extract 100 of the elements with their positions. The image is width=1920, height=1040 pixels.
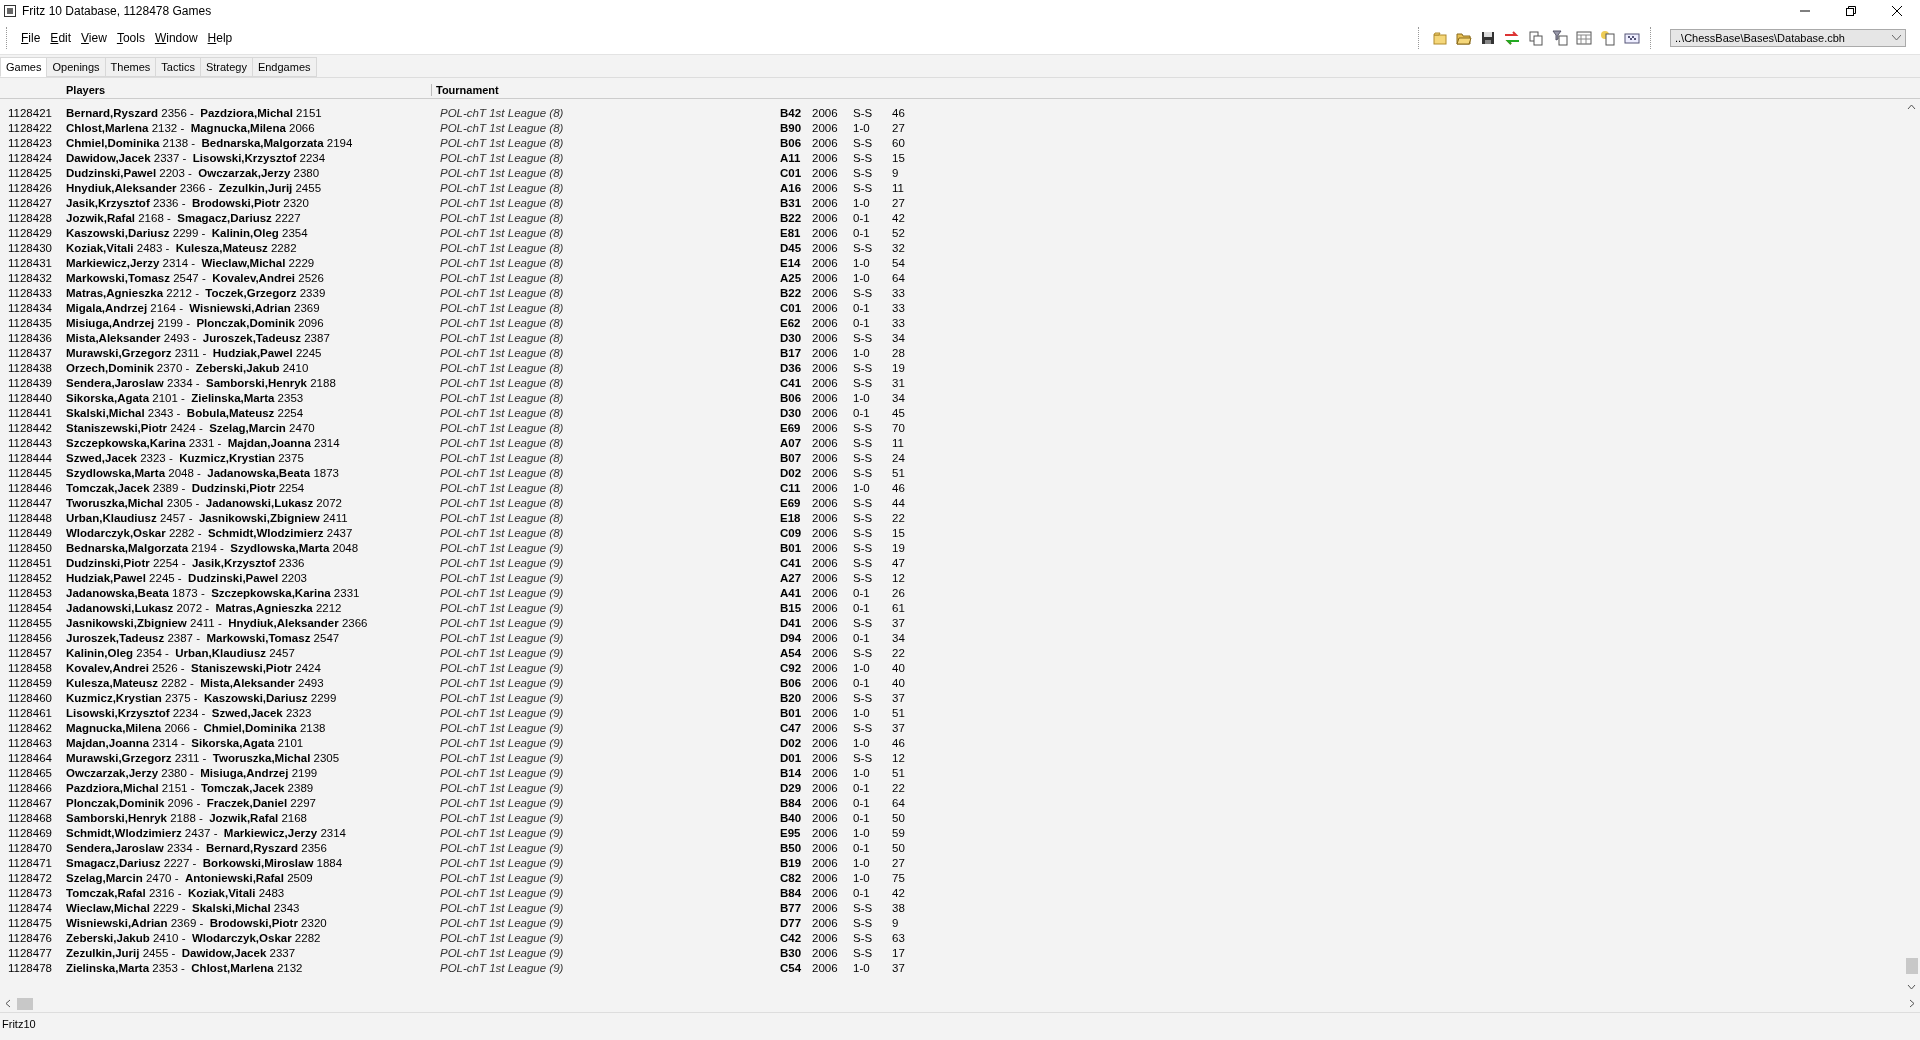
menu-item[interactable]: Help: [202, 29, 238, 47]
window-title: Fritz 10 Database, 1128478 Games: [22, 4, 213, 18]
game-number: 1128469: [7, 826, 53, 839]
players-cell-text: Markiewicz,Jerzy 2314 - Wieclaw,Michal 2229: [66, 256, 316, 269]
year-cell-text: 2006: [812, 871, 839, 884]
scrollbar-thumb[interactable]: [1905, 958, 1918, 974]
tournament-cell-text: POL-chT 1st League (8): [440, 466, 565, 479]
scrollbar-thumb[interactable]: [17, 997, 33, 1010]
result-cell-text: S-S: [853, 526, 874, 539]
year-cell-text: 2006: [812, 451, 839, 464]
new-folder-icon[interactable]: [1432, 30, 1448, 46]
game-number: 1128429: [7, 226, 53, 239]
copy-icon[interactable]: [1528, 30, 1544, 46]
players-cell-text: Markowski,Tomasz 2547 - Kovalev,Andrei 2526: [66, 271, 325, 284]
tournament-cell-text: POL-chT 1st League (9): [440, 826, 565, 839]
document-icon[interactable]: [1600, 30, 1616, 46]
game-number: 1128442: [7, 421, 53, 434]
menu-item[interactable]: View: [76, 29, 112, 47]
tournament-cell-text: POL-chT 1st League (9): [440, 661, 565, 674]
eco-cell-text: B90: [780, 121, 803, 134]
year-cell-text: 2006: [812, 916, 839, 929]
swap-arrows-icon[interactable]: [1504, 30, 1520, 46]
eco-cell-text: B01: [780, 706, 803, 719]
tournament-cell-text: POL-chT 1st League (9): [440, 556, 565, 569]
moves-cell: 34: [892, 331, 905, 344]
game-number: 1128439: [7, 376, 53, 389]
moves-cell: 11: [892, 436, 904, 449]
players-cell-text: Murawski,Grzegorz 2311 - Tworuszka,Michal 2305: [66, 751, 341, 764]
result-cell-text: S-S: [853, 556, 874, 569]
tab[interactable]: Tactics: [155, 57, 201, 77]
menu-item[interactable]: Window: [149, 29, 203, 47]
eco-cell-text: C09: [780, 526, 803, 539]
moves-cell: 31: [892, 376, 905, 389]
eco-cell-text: A16: [780, 181, 803, 194]
moves-cell: 45: [892, 406, 905, 419]
result-cell-text: S-S: [853, 691, 874, 704]
year-cell-text: 2006: [812, 121, 839, 134]
game-number: 1128474: [7, 901, 53, 914]
year-cell-text: 2006: [812, 586, 839, 599]
result-cell-text: 0-1: [853, 406, 871, 419]
tournament-cell-text: POL-chT 1st League (8): [440, 496, 565, 509]
column-header[interactable]: Players: [0, 84, 431, 96]
eco-cell-text: B30: [780, 946, 803, 959]
result-cell-text: S-S: [853, 166, 874, 179]
result-cell-text: 0-1: [853, 886, 871, 899]
tab[interactable]: Strategy: [199, 57, 253, 77]
players-cell-text: Wieclaw,Michal 2229 - Skalski,Michal 2343: [66, 901, 301, 914]
tournament-cell-text: POL-chT 1st League (8): [440, 406, 565, 419]
tournament-cell-text: POL-chT 1st League (9): [440, 601, 565, 614]
filter-icon[interactable]: [1552, 30, 1568, 46]
menu-item[interactable]: Edit: [45, 29, 77, 47]
players-cell-text: Tomczak,Rafal 2316 - Koziak,Vitali 2483: [66, 886, 286, 899]
tab[interactable]: Openings: [46, 57, 106, 77]
result-cell-text: S-S: [853, 181, 874, 194]
moves-cell: 24: [892, 451, 905, 464]
game-number: 1128473: [7, 886, 53, 899]
players-cell-text: Sikorska,Agata 2101 - Zielinska,Marta 2353: [66, 391, 305, 404]
game-number: 1128422: [7, 121, 53, 134]
menu-item[interactable]: File: [16, 29, 46, 47]
game-number: 1128456: [7, 631, 53, 644]
tournament-cell-text: POL-chT 1st League (9): [440, 571, 565, 584]
players-cell-text: Zielinska,Marta 2353 - Chlost,Marlena 2132: [66, 961, 304, 974]
result-cell-text: S-S: [853, 646, 874, 659]
caret-icon: [1892, 35, 1901, 41]
players-cell-text: Jasik,Krzysztof 2336 - Brodowski,Piotr 2320: [66, 196, 310, 209]
game-number: 1128463: [7, 736, 53, 749]
moves-cell: 17: [892, 946, 905, 959]
moves-cell: 33: [892, 286, 905, 299]
close-icon: [1892, 6, 1902, 16]
tournament-cell-text: POL-chT 1st League (8): [440, 286, 565, 299]
moves-cell: 28: [892, 346, 905, 359]
year-cell-text: 2006: [812, 571, 839, 584]
game-number: 1128454: [7, 601, 53, 614]
result-cell-text: 1-0: [853, 196, 871, 209]
board-icon[interactable]: [1624, 30, 1640, 46]
moves-cell: 61: [892, 601, 905, 614]
eco-cell-text: C11: [780, 481, 802, 494]
players-cell-text: Jozwik,Rafal 2168 - Smagacz,Dariusz 2227: [66, 211, 302, 224]
result-cell-text: S-S: [853, 496, 874, 509]
save-icon[interactable]: [1480, 30, 1496, 46]
players-cell-text: Skalski,Michal 2343 - Bobula,Mateusz 2254: [66, 406, 305, 419]
result-cell-text: 0-1: [853, 796, 871, 809]
tab[interactable]: Endgames: [251, 57, 317, 77]
eco-cell-text: E62: [780, 316, 802, 329]
result-cell-text: S-S: [853, 136, 874, 149]
players-cell-text: Zezulkin,Jurij 2455 - Dawidow,Jacek 2337: [66, 946, 297, 959]
players-cell-text: Dawidow,Jacek 2337 - Lisowski,Krzysztof 2234: [66, 151, 327, 164]
tournament-cell-text: POL-chT 1st League (8): [440, 421, 565, 434]
tab[interactable]: Themes: [104, 57, 157, 77]
table-icon[interactable]: [1576, 30, 1592, 46]
result-cell-text: S-S: [853, 946, 874, 959]
open-folder-icon[interactable]: [1456, 30, 1472, 46]
column-header[interactable]: Tournament: [431, 84, 499, 96]
eco-cell-text: B15: [780, 601, 803, 614]
eco-cell-text: E69: [780, 421, 802, 434]
tab[interactable]: Games: [0, 57, 48, 77]
menu-item[interactable]: Tools: [111, 29, 150, 47]
database-dropdown[interactable]: ..\ChessBase\Bases\Database.cbh: [1670, 29, 1906, 47]
moves-cell: 46: [892, 736, 905, 749]
players-cell-text: Jadanowski,Lukasz 2072 - Matras,Agnieszka 2212: [66, 601, 343, 614]
